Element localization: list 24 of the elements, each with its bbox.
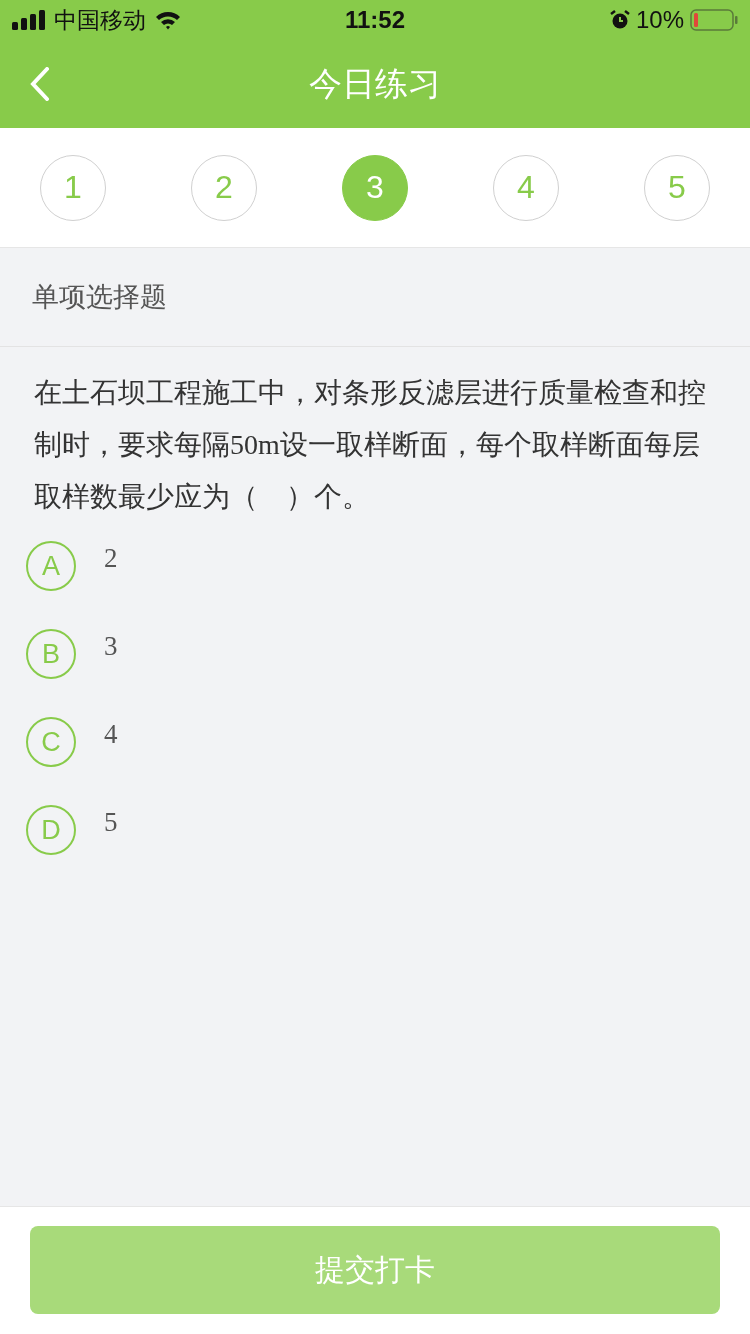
question-type: 单项选择题 <box>32 280 167 314</box>
question-number-tab[interactable]: 4 <box>493 154 559 221</box>
option-letter[interactable]: C <box>26 717 76 767</box>
page-title: 今日练习 <box>309 62 441 105</box>
option-text[interactable]: 3 <box>104 631 118 662</box>
option-letter[interactable]: B <box>26 629 76 679</box>
question-text: 在土石坝工程施工中，对条形反滤层进行质量检查和控制时，要求每隔50m设一取样断面，每个取样断面每层取样数最少应为（ ）个。 <box>34 376 707 514</box>
option-text[interactable]: 2 <box>104 543 118 574</box>
signal-icon <box>12 10 46 30</box>
question-number-tab[interactable]: 5 <box>644 154 710 221</box>
question-number-tab[interactable]: 3 <box>342 154 408 221</box>
question-number-tab[interactable]: 2 <box>191 154 257 221</box>
option-letter[interactable]: D <box>26 805 76 855</box>
wifi-icon <box>154 10 182 30</box>
battery-percent: 10% <box>635 6 684 34</box>
option-text[interactable]: 4 <box>104 719 118 750</box>
option-letter[interactable]: A <box>26 541 76 591</box>
question-number-tab[interactable]: 1 <box>40 154 106 221</box>
battery-icon <box>690 9 738 31</box>
status-time: 11:52 <box>344 6 406 34</box>
option-text[interactable]: 5 <box>104 807 118 838</box>
back-icon[interactable] <box>30 67 50 101</box>
carrier-name: 中国移动 <box>54 5 146 35</box>
alarm-icon <box>609 10 630 30</box>
